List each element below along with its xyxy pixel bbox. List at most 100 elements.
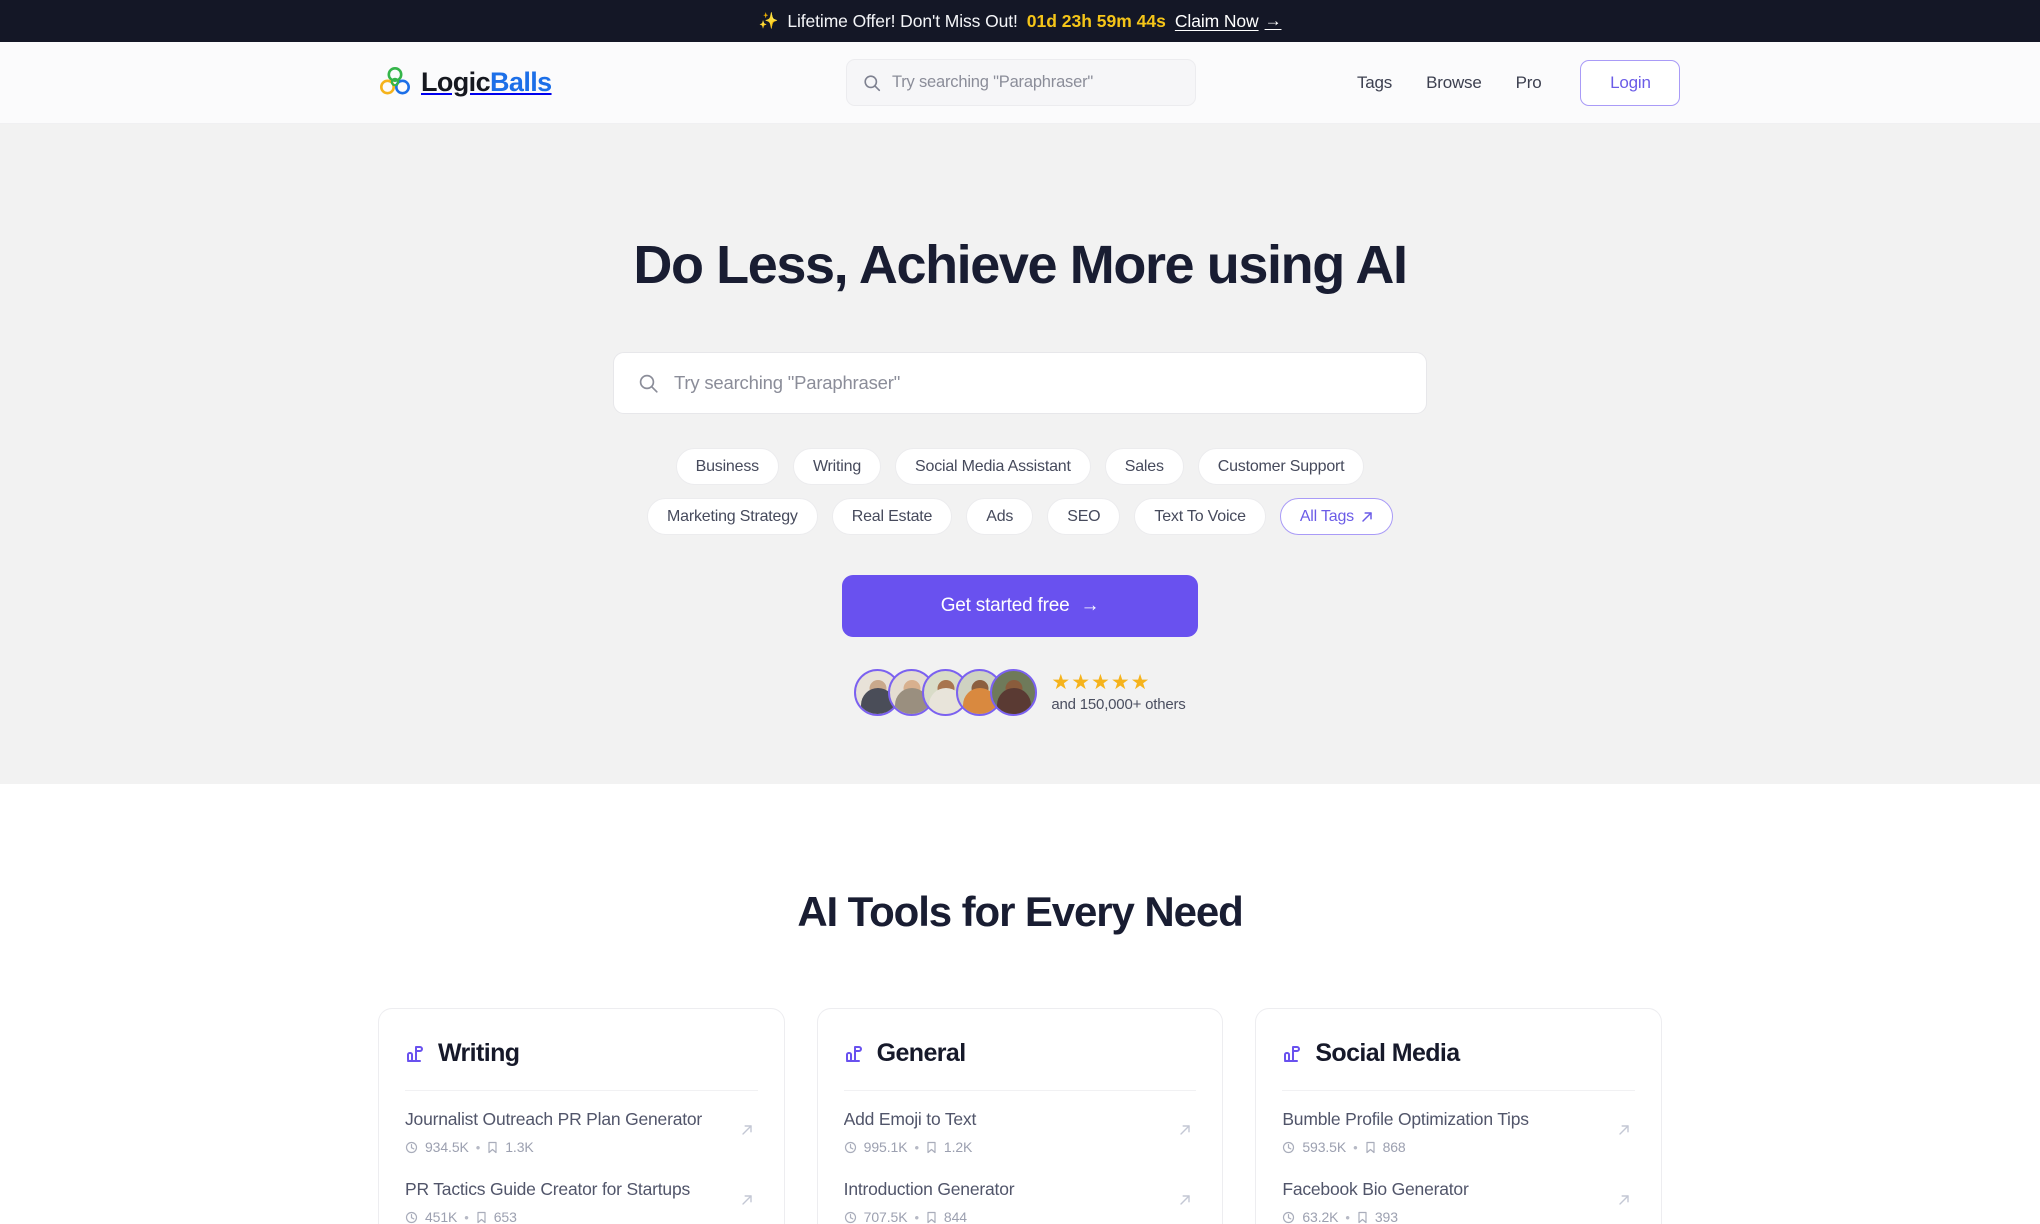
claim-now-label: Claim Now (1174, 10, 1259, 31)
arrow-up-right-icon[interactable] (1178, 1123, 1192, 1137)
list-item[interactable]: Bumble Profile Optimization Tips 593.5K … (1282, 1091, 1635, 1161)
logo-text: LogicBalls (421, 67, 552, 98)
tool-stats: 63.2K • 393 (1282, 1209, 1635, 1224)
hero-title: Do Less, Achieve More using AI (633, 235, 1408, 295)
logicballs-logo-icon (378, 66, 412, 100)
tool-cards-grid: Writing Journalist Outreach PR Plan Gene… (378, 1008, 1662, 1224)
search-icon (638, 373, 659, 394)
clock-icon (405, 1141, 418, 1154)
tool-stats: 995.1K • 1.2K (844, 1139, 1197, 1155)
login-button[interactable]: Login (1580, 59, 1681, 106)
tag-writing[interactable]: Writing (792, 448, 882, 485)
tool-name: Bumble Profile Optimization Tips (1282, 1109, 1529, 1129)
card-title: Social Media (1315, 1039, 1460, 1067)
tool-stats: 934.5K • 1.3K (405, 1139, 758, 1155)
tag-social-media-assistant[interactable]: Social Media Assistant (895, 448, 1091, 485)
arrow-up-right-icon[interactable] (740, 1193, 754, 1207)
list-item[interactable]: Facebook Bio Generator 63.2K • 393 (1282, 1161, 1635, 1224)
tag-marketing-strategy[interactable]: Marketing Strategy (647, 498, 818, 535)
arrow-up-right-icon (1361, 511, 1373, 523)
bookmark-icon (926, 1141, 937, 1154)
tool-stats: 451K • 653 (405, 1209, 758, 1224)
social-proof: ★★★★★ and 150,000+ others (854, 669, 1186, 716)
list-item[interactable]: Add Emoji to Text 995.1K • 1.2K (844, 1091, 1197, 1161)
arrow-up-right-icon[interactable] (1617, 1123, 1631, 1137)
clock-icon (405, 1211, 418, 1224)
nav-item-pro[interactable]: Pro (1499, 73, 1559, 93)
bookmark-icon (1357, 1211, 1368, 1224)
tool-name: Introduction Generator (843, 1179, 1015, 1199)
views-count: 934.5K (425, 1139, 469, 1155)
saves-count: 653 (493, 1209, 517, 1224)
announcement-message: Lifetime Offer! Don't Miss Out! (787, 10, 1018, 31)
nav-item-browse[interactable]: Browse (1409, 73, 1499, 93)
list-item[interactable]: PR Tactics Guide Creator for Startups 45… (405, 1161, 758, 1224)
tool-name: Add Emoji to Text (843, 1109, 977, 1129)
all-tags-button[interactable]: All Tags (1279, 498, 1393, 535)
arrow-up-right-icon[interactable] (1617, 1193, 1631, 1207)
list-item[interactable]: Introduction Generator 707.5K • 844 (844, 1161, 1197, 1224)
views-count: 593.5K (1302, 1139, 1347, 1155)
card-header: General (843, 1039, 1197, 1091)
arrow-right-icon: → (1080, 595, 1100, 616)
tag-customer-support[interactable]: Customer Support (1197, 448, 1365, 485)
tag-sales[interactable]: Sales (1104, 448, 1184, 485)
hero-search-placeholder: Try searching "Paraphraser" (674, 372, 901, 393)
bookmark-icon (487, 1141, 498, 1154)
analytics-bars-icon (405, 1043, 427, 1065)
tools-section: AI Tools for Every Need Writing Journali… (0, 784, 2040, 1224)
analytics-bars-icon (844, 1043, 866, 1065)
tool-card-social-media: Social Media Bumble Profile Optimization… (1255, 1008, 1662, 1224)
clock-icon (844, 1211, 857, 1224)
main-navigation: Tags Browse Pro Login (1340, 59, 1681, 106)
tool-name: Facebook Bio Generator (1282, 1179, 1469, 1199)
separator: • (464, 1209, 469, 1224)
clock-icon (1282, 1141, 1295, 1154)
get-started-free-button[interactable]: Get started free → (842, 575, 1198, 637)
tag-ads[interactable]: Ads (966, 498, 1034, 535)
saves-count: 844 (943, 1209, 967, 1224)
separator: • (1345, 1209, 1350, 1224)
tool-stats: 593.5K • 868 (1282, 1139, 1635, 1155)
logo-link[interactable]: LogicBalls (378, 66, 552, 100)
clock-icon (1282, 1211, 1295, 1224)
card-title: Writing (438, 1039, 520, 1067)
arrow-up-right-icon[interactable] (740, 1123, 754, 1137)
tag-business[interactable]: Business (675, 448, 779, 485)
header-search-input[interactable]: Try searching "Paraphraser" (846, 59, 1196, 106)
all-tags-label: All Tags (1299, 507, 1354, 525)
analytics-bars-icon (1282, 1043, 1304, 1065)
card-header: Social Media (1282, 1039, 1635, 1091)
claim-now-link[interactable]: Claim Now → (1175, 11, 1282, 32)
bookmark-icon (1365, 1141, 1376, 1154)
card-header: Writing (405, 1039, 758, 1091)
tool-card-general: General Add Emoji to Text 995.1K • 1.2K … (816, 1008, 1224, 1224)
views-count: 707.5K (863, 1209, 908, 1224)
avatar-group (854, 669, 1038, 716)
tag-real-estate[interactable]: Real Estate (831, 498, 953, 535)
saves-count: 1.2K (943, 1139, 973, 1155)
header-search-placeholder: Try searching "Paraphraser" (892, 73, 1094, 91)
saves-count: 393 (1374, 1209, 1398, 1224)
tool-name: Journalist Outreach PR Plan Generator (405, 1109, 703, 1129)
arrow-up-right-icon[interactable] (1178, 1193, 1192, 1207)
list-item[interactable]: Journalist Outreach PR Plan Generator 93… (405, 1091, 758, 1161)
logo-text-part2: Balls (490, 67, 552, 97)
separator: • (475, 1139, 481, 1155)
rating-block: ★★★★★ and 150,000+ others (1045, 672, 1185, 713)
nav-item-tags[interactable]: Tags (1340, 73, 1409, 93)
saves-count: 1.3K (505, 1139, 534, 1155)
views-count: 63.2K (1302, 1209, 1339, 1224)
cta-label: Get started free (940, 595, 1070, 616)
sparkles-icon: ✨ (758, 13, 779, 30)
tag-seo[interactable]: SEO (1047, 498, 1121, 535)
bookmark-icon (476, 1211, 487, 1224)
separator: • (1353, 1139, 1358, 1155)
logo-text-part1: Logic (421, 67, 491, 97)
tag-text-to-voice[interactable]: Text To Voice (1134, 498, 1266, 535)
avatar (990, 669, 1038, 716)
tools-section-title: AI Tools for Every Need (797, 888, 1243, 935)
bookmark-icon (926, 1211, 937, 1224)
hero-search-input[interactable]: Try searching "Paraphraser" (613, 352, 1427, 414)
card-title: General (876, 1039, 967, 1067)
